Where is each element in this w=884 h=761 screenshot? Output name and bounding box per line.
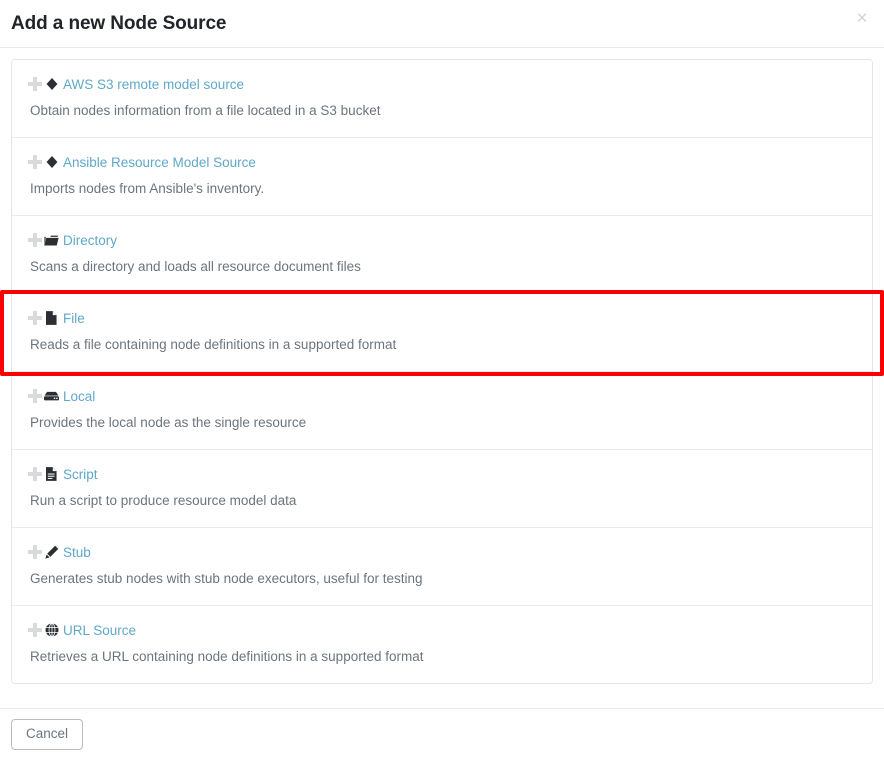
plus-icon[interactable] [28, 466, 43, 482]
node-source-item-ansible-resource-model-source[interactable]: Ansible Resource Model Source Imports nod… [12, 138, 872, 216]
node-source-item-file[interactable]: File Reads a file containing node definit… [12, 294, 872, 372]
page-title: Add a new Node Source [11, 13, 227, 34]
list-item-header: Ansible Resource Model Source [28, 153, 856, 171]
node-source-description: Retrieves a URL containing node definiti… [30, 649, 424, 664]
close-icon[interactable]: × [852, 9, 872, 29]
node-source-link[interactable]: Directory [63, 233, 117, 248]
node-source-link[interactable]: File [63, 311, 85, 326]
file-icon [44, 311, 59, 326]
node-source-description: Run a script to produce resource model d… [30, 493, 297, 508]
pencil-icon [44, 545, 59, 560]
node-source-link[interactable]: URL Source [63, 623, 136, 638]
node-source-item-url-source[interactable]: URL Source Retrieves a URL containing nod… [12, 606, 872, 683]
node-source-description: Provides the local node as the single re… [30, 415, 307, 430]
modal-header: Add a new Node Source × [0, 0, 884, 48]
plus-icon[interactable] [28, 544, 43, 560]
node-source-description: Reads a file containing node definitions… [30, 337, 397, 352]
plus-icon[interactable] [28, 388, 43, 404]
node-source-list: AWS S3 remote model source Obtain nodes i… [11, 59, 873, 684]
node-source-description: Imports nodes from Ansible's inventory. [30, 181, 265, 196]
node-source-description: Obtain nodes information from a file loc… [30, 103, 381, 118]
list-item-header: Local [28, 387, 856, 405]
plus-icon[interactable] [28, 76, 43, 92]
list-item-header: Stub [28, 543, 856, 561]
node-source-item-aws-s3-remote-model-source[interactable]: AWS S3 remote model source Obtain nodes i… [12, 60, 872, 138]
node-source-link[interactable]: Script [63, 467, 98, 482]
node-source-description: Scans a directory and loads all resource… [30, 259, 361, 274]
node-source-item-stub[interactable]: Stub Generates stub nodes with stub node … [12, 528, 872, 606]
add-node-source-modal: Add a new Node Source × AWS S3 remote mo… [0, 0, 884, 761]
node-source-link[interactable]: Ansible Resource Model Source [63, 155, 256, 170]
globe-icon [44, 623, 59, 638]
gem-icon [44, 155, 59, 170]
plus-icon[interactable] [28, 310, 43, 326]
node-source-description: Generates stub nodes with stub node exec… [30, 571, 423, 586]
plus-icon[interactable] [28, 232, 43, 248]
modal-body: AWS S3 remote model source Obtain nodes i… [0, 48, 884, 708]
list-item-header: Directory [28, 231, 856, 249]
list-item-header: AWS S3 remote model source [28, 75, 856, 93]
folder-icon [44, 233, 59, 248]
node-source-link[interactable]: AWS S3 remote model source [63, 77, 244, 92]
node-source-item-local[interactable]: Local Provides the local node as the sing… [12, 372, 872, 450]
list-item-header: File [28, 309, 856, 327]
plus-icon[interactable] [28, 154, 43, 170]
node-source-item-directory[interactable]: Directory Scans a directory and loads all… [12, 216, 872, 294]
server-icon [44, 389, 59, 404]
cancel-button[interactable]: Cancel [11, 719, 84, 750]
node-source-item-script[interactable]: Script Run a script to produce resource m… [12, 450, 872, 528]
gem-icon [44, 77, 59, 92]
plus-icon[interactable] [28, 622, 43, 638]
node-source-link[interactable]: Stub [63, 545, 91, 560]
node-source-link[interactable]: Local [63, 389, 95, 404]
list-item-header: Script [28, 465, 856, 483]
modal-footer: Cancel [0, 708, 884, 761]
list-item-header: URL Source [28, 621, 856, 639]
file-lines-icon [44, 467, 59, 482]
